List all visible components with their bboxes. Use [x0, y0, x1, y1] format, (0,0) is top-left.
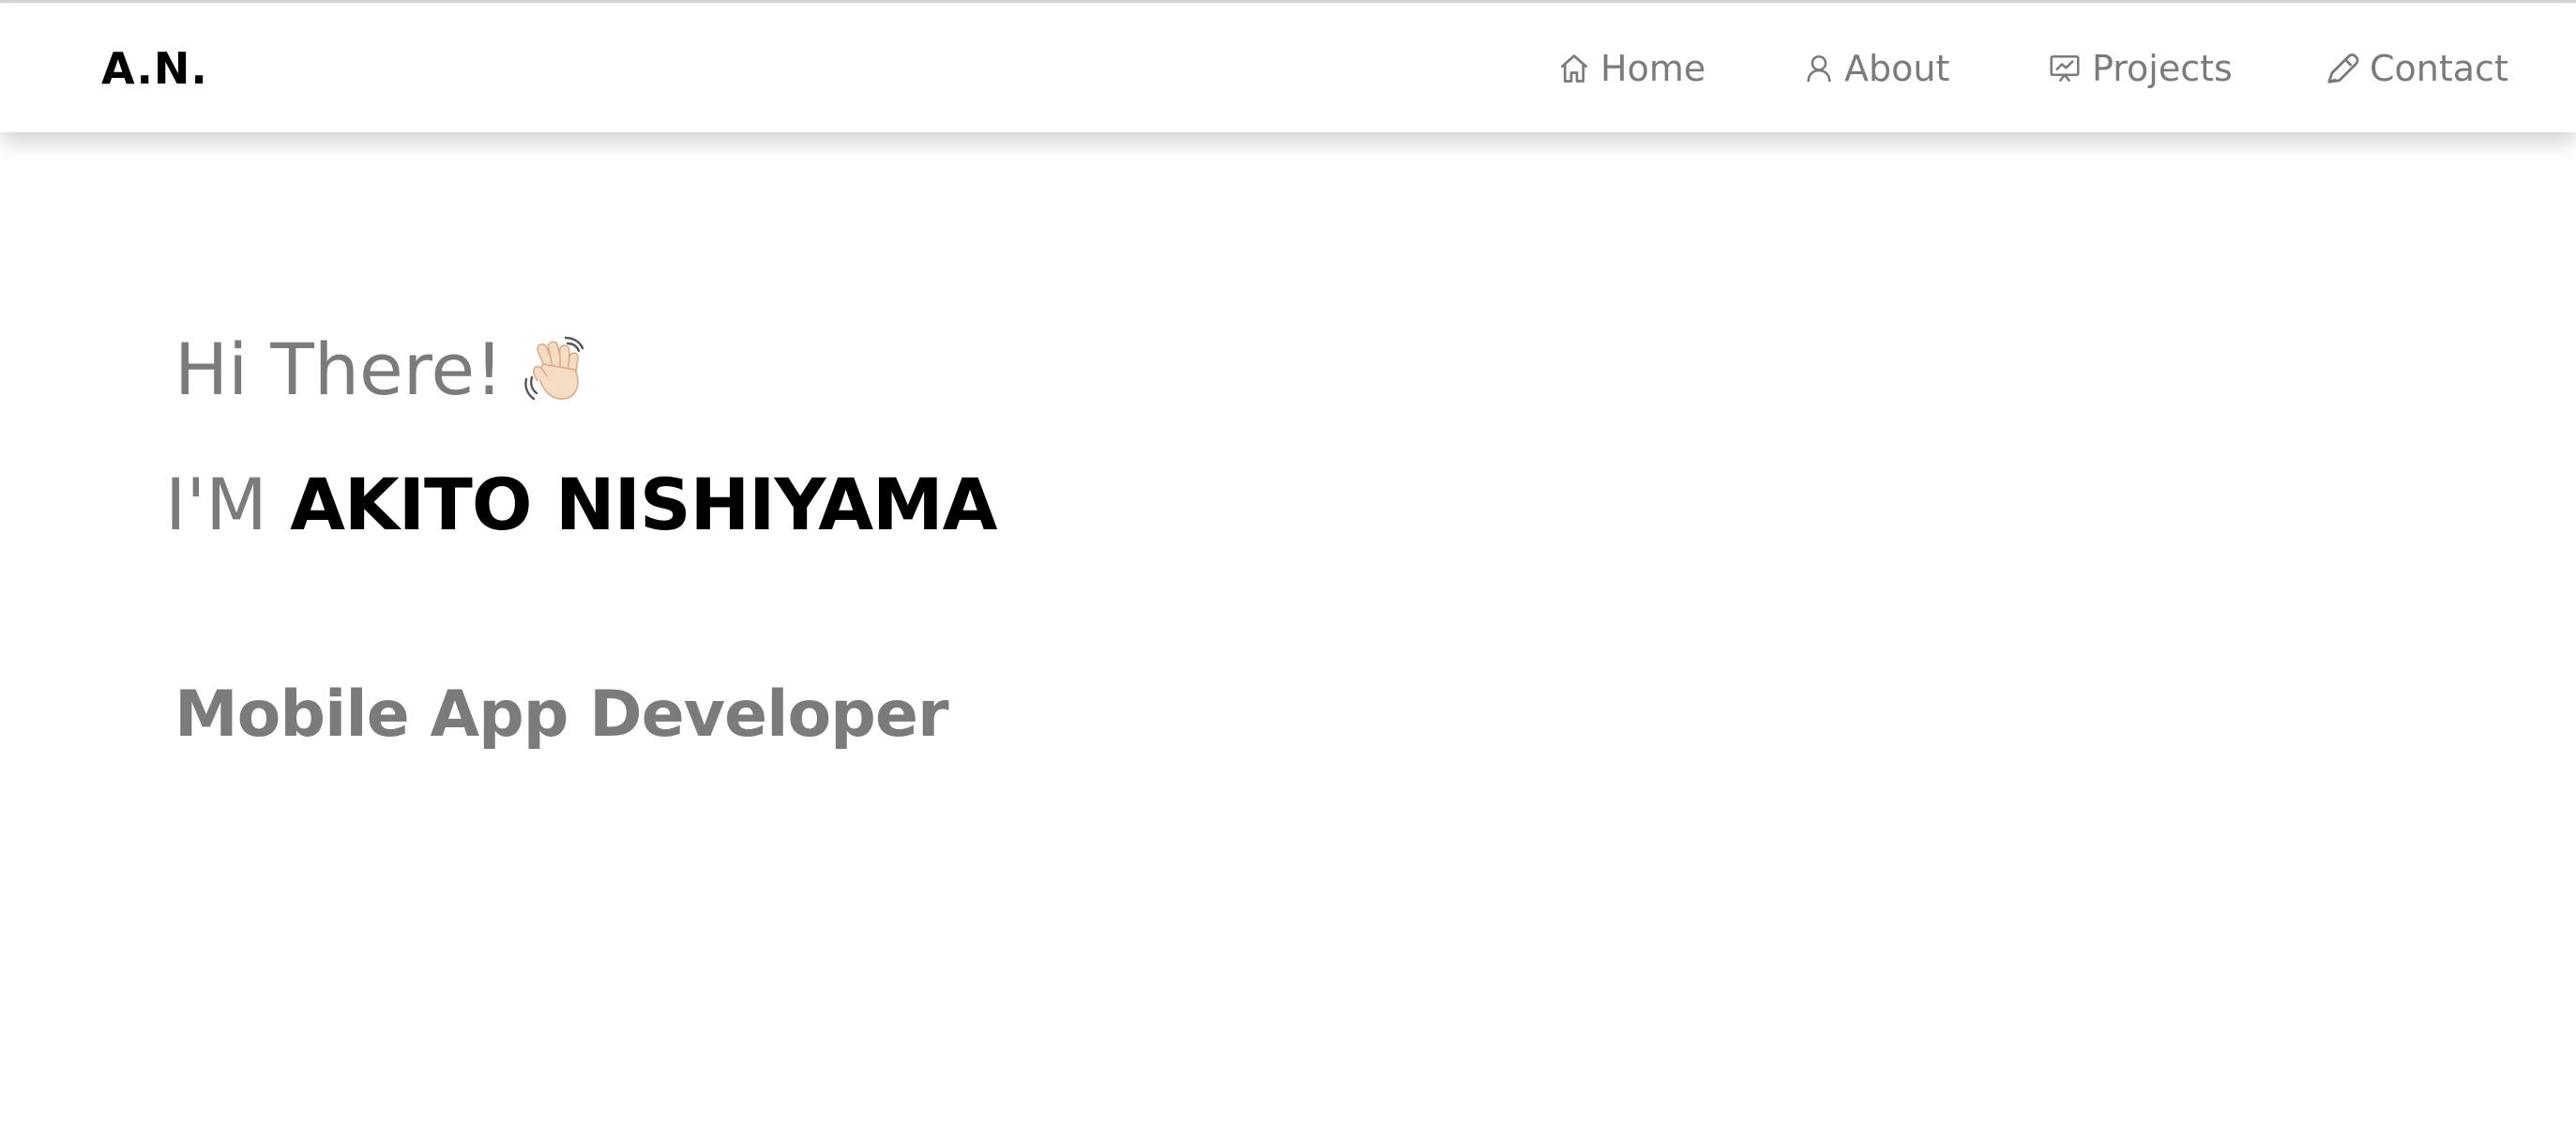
hero-section: Hi There! I'M AKITO NISHIYAMA Mobile App…: [0, 0, 2576, 1128]
nav-home-label: Home: [1600, 48, 1706, 89]
home-icon: [1557, 52, 1591, 85]
nav-about-link[interactable]: About: [1803, 42, 1949, 95]
role-subtitle: Mobile App Developer: [174, 678, 948, 752]
presentation-chart-icon: [2047, 52, 2083, 85]
waving-hand-icon: [519, 332, 594, 407]
brand-logo[interactable]: A.N.: [101, 42, 208, 95]
nav-projects-label: Projects: [2092, 48, 2233, 89]
nav-contact-link[interactable]: Contact: [2325, 42, 2508, 95]
nav-home-link[interactable]: Home: [1557, 42, 1705, 95]
user-icon: [1803, 52, 1835, 85]
intro-prefix: I'M: [165, 463, 267, 546]
greeting-text: Hi There!: [174, 328, 504, 411]
nav-projects-link[interactable]: Projects: [2047, 42, 2233, 95]
hero-name: AKITO NISHIYAMA: [290, 463, 997, 546]
nav-contact-label: Contact: [2370, 48, 2508, 89]
pen-icon: [2325, 51, 2360, 86]
intro-line: I'M AKITO NISHIYAMA: [165, 460, 998, 550]
navbar: A.N. Home About Projects Contact: [0, 3, 2576, 132]
greeting-line: Hi There!: [174, 325, 594, 415]
nav-about-label: About: [1844, 48, 1950, 89]
